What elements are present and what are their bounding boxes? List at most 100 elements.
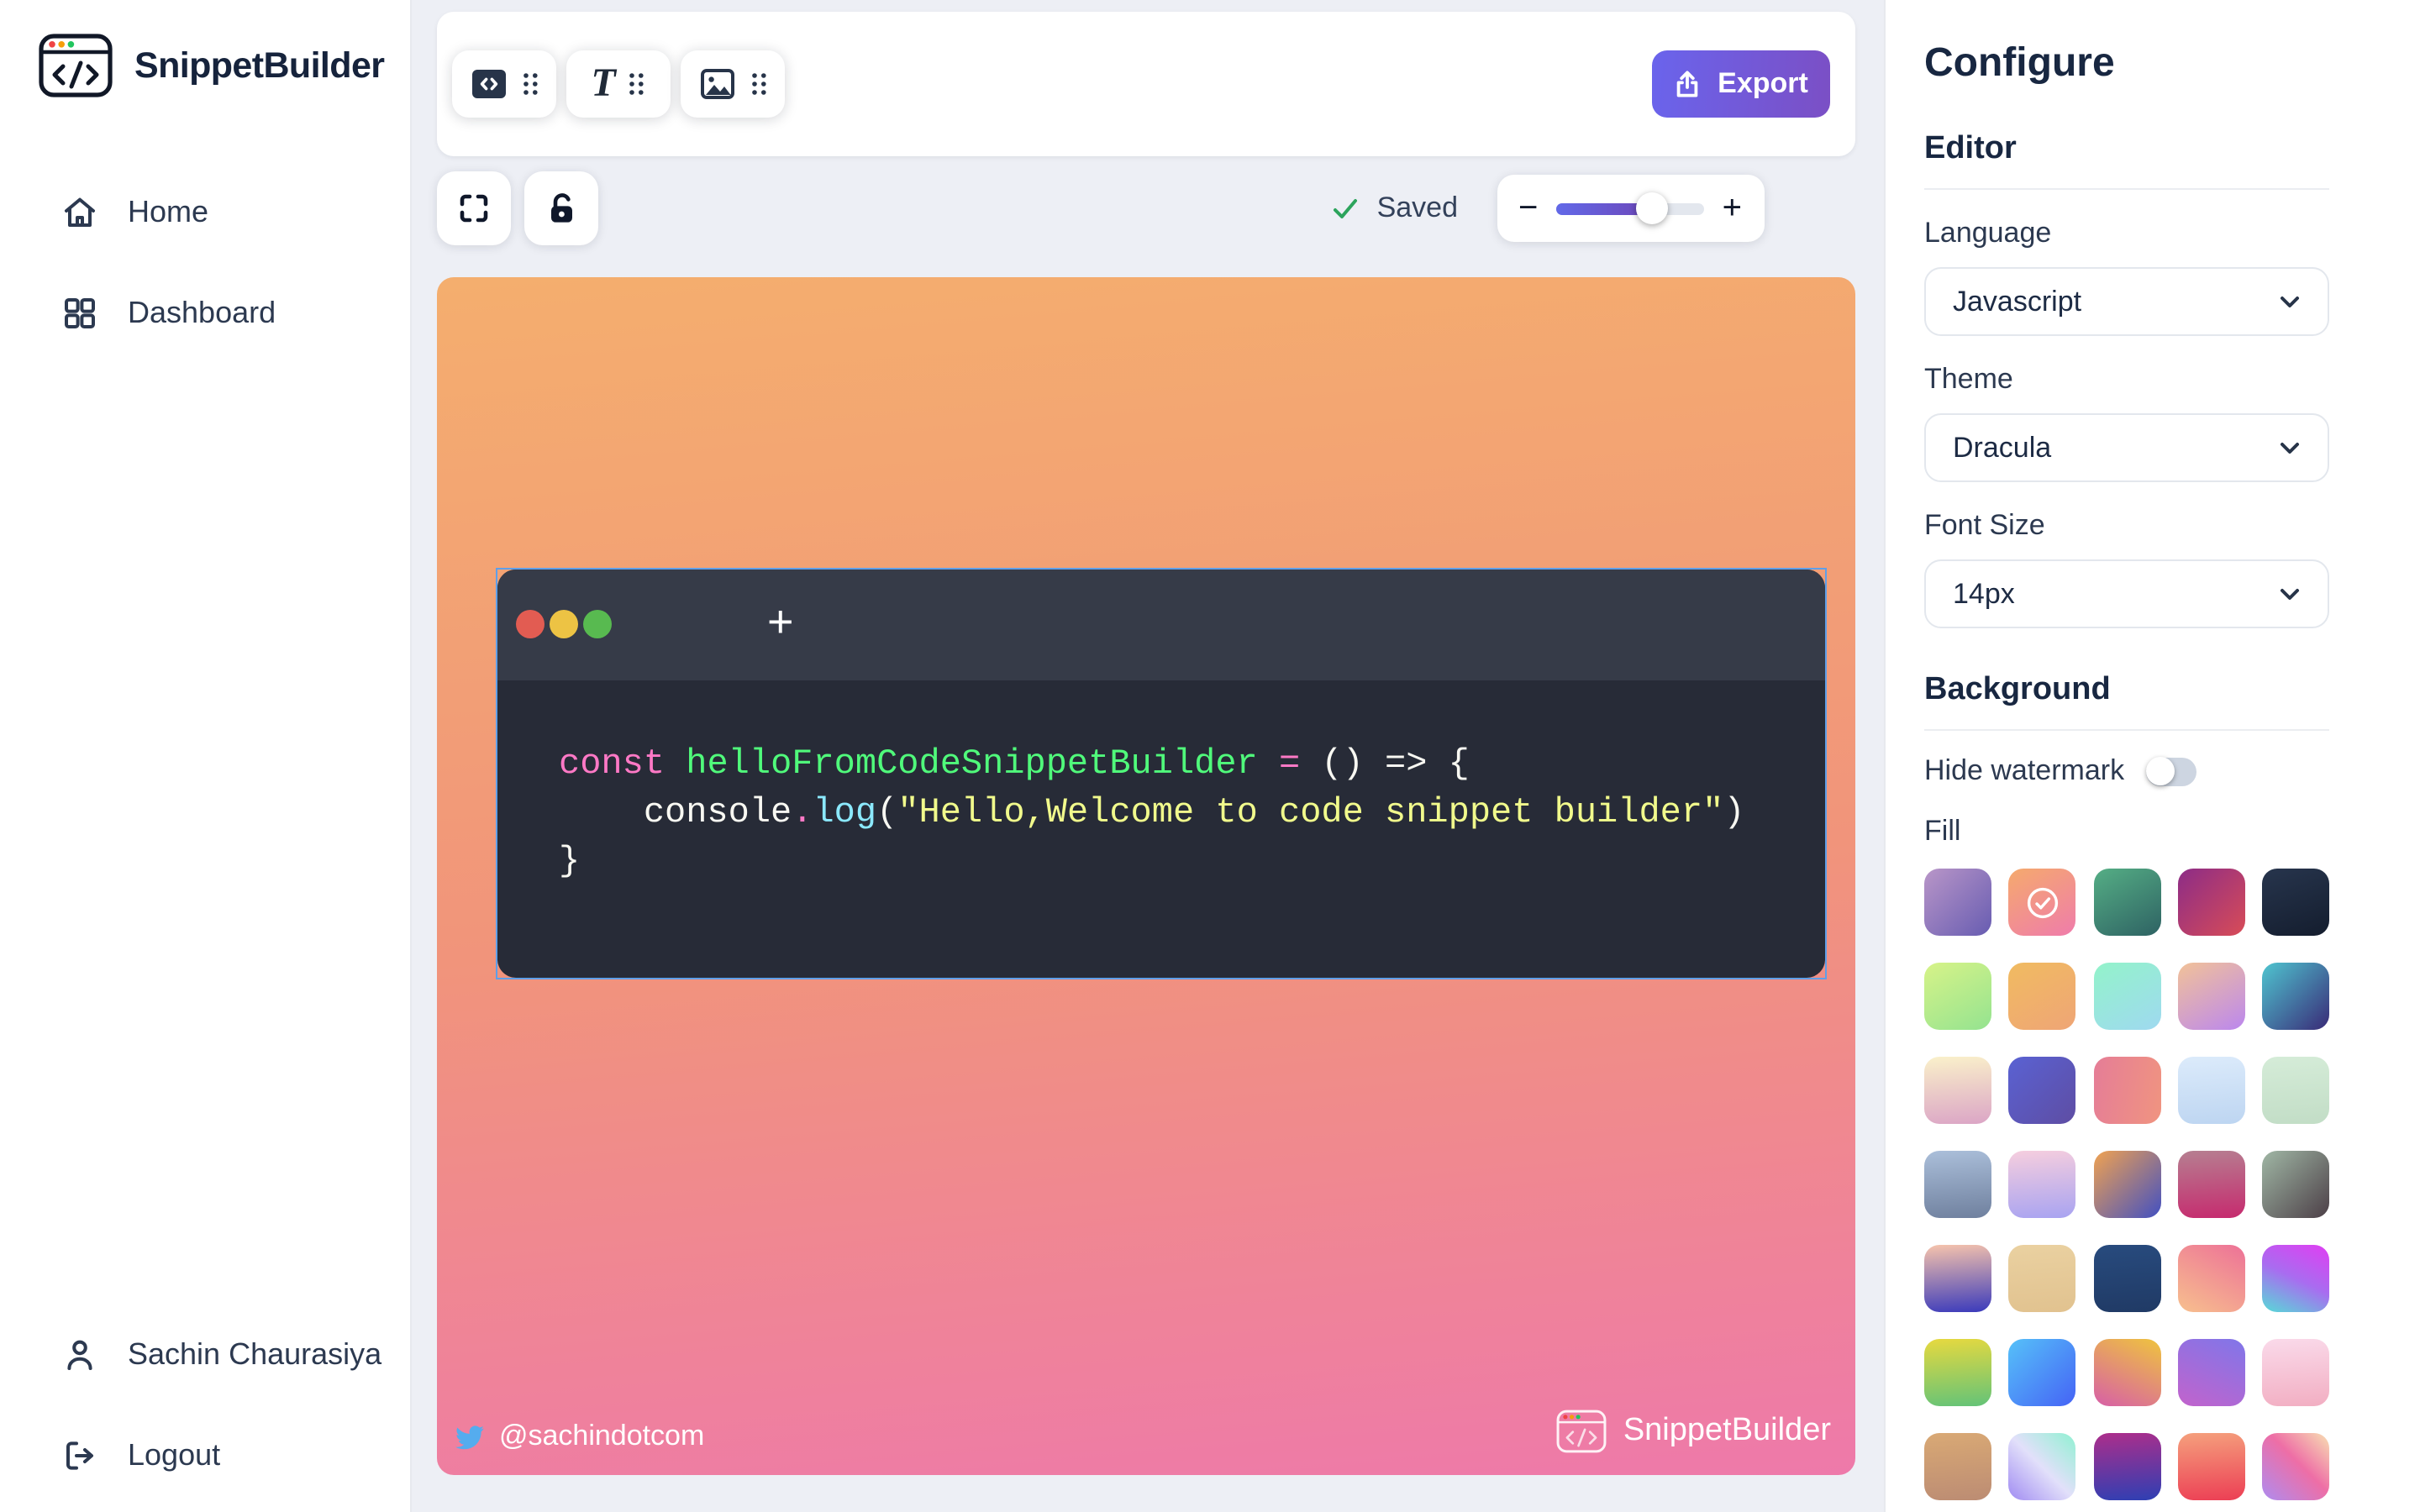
fill-swatch[interactable] <box>2178 1151 2245 1218</box>
drag-handle-icon[interactable] <box>750 71 768 97</box>
fill-swatch[interactable] <box>2009 1151 2076 1218</box>
chevron-down-icon <box>2275 287 2304 316</box>
zoom-slider-thumb[interactable] <box>1636 192 1668 224</box>
fill-swatch[interactable] <box>2093 869 2160 936</box>
twitter-icon <box>455 1424 484 1449</box>
drag-handle-icon[interactable] <box>521 71 539 97</box>
language-value: Javascript <box>1953 285 2081 318</box>
fill-swatch[interactable] <box>2009 1339 2076 1406</box>
logout-icon <box>60 1436 99 1474</box>
zoom-in-button[interactable]: + <box>1723 192 1742 225</box>
user-name: Sachin Chaurasiya <box>128 1336 381 1372</box>
fill-swatch[interactable] <box>2009 1433 2076 1500</box>
fill-swatch[interactable] <box>1924 963 1991 1030</box>
fill-swatch[interactable] <box>2178 963 2245 1030</box>
fill-swatch[interactable] <box>2262 963 2329 1030</box>
fullscreen-icon <box>455 190 492 227</box>
toggle-knob <box>2146 757 2175 785</box>
fill-swatch[interactable] <box>2178 869 2245 936</box>
fill-swatch[interactable] <box>1924 1339 1991 1406</box>
add-tab-button[interactable]: + <box>767 599 794 644</box>
fill-swatch[interactable] <box>1924 1245 1991 1312</box>
canvas-toolbar: Saved − + <box>437 171 1854 245</box>
fill-swatch[interactable] <box>2093 1339 2160 1406</box>
fill-swatch[interactable] <box>2093 1245 2160 1312</box>
fill-swatch[interactable] <box>2178 1433 2245 1500</box>
divider <box>1924 188 2329 190</box>
add-text-tool[interactable]: T <box>566 50 671 118</box>
sidebar: SnippetBuilder Home Dashboard <box>0 0 412 1512</box>
fill-swatch[interactable] <box>2262 1339 2329 1406</box>
fill-swatch[interactable] <box>2262 869 2329 936</box>
fill-swatch[interactable] <box>2262 1151 2329 1218</box>
sidebar-item-label: Dashboard <box>128 295 276 330</box>
elements-toolbar: T <box>437 12 1854 156</box>
code-window-selection[interactable]: + const helloFromCodeSnippetBuilder = ()… <box>495 567 1826 979</box>
save-status-label: Saved <box>1377 192 1458 225</box>
fill-swatch[interactable] <box>1924 1057 1991 1124</box>
fill-swatch[interactable] <box>2262 1245 2329 1312</box>
zoom-control: − + <box>1497 175 1764 242</box>
fullscreen-button[interactable] <box>437 171 511 245</box>
hide-watermark-row: Hide watermark <box>1924 754 2329 788</box>
fill-swatch[interactable] <box>1924 1433 1991 1500</box>
traffic-green-icon <box>582 610 611 638</box>
text-icon: T <box>591 64 615 104</box>
code-window-titlebar: + <box>497 569 1824 680</box>
fill-swatch[interactable] <box>2093 963 2160 1030</box>
fill-swatch-selected[interactable] <box>2009 869 2076 936</box>
code-window[interactable]: + const helloFromCodeSnippetBuilder = ()… <box>497 569 1824 977</box>
add-code-block-tool[interactable] <box>452 50 556 118</box>
selected-check-icon <box>2025 885 2060 920</box>
home-icon <box>60 192 99 231</box>
sidebar-item-dashboard[interactable]: Dashboard <box>0 262 410 363</box>
brand-watermark-label: SnippetBuilder <box>1623 1413 1831 1450</box>
code-window-icon <box>469 64 509 104</box>
fill-label: Fill <box>1924 815 2329 848</box>
background-section-heading: Background <box>1924 672 2329 709</box>
chevron-down-icon <box>2275 580 2304 608</box>
logout-button[interactable]: Logout <box>0 1404 410 1505</box>
app-logo[interactable]: SnippetBuilder <box>0 0 410 97</box>
sidebar-bottom: Sachin Chaurasiya Logout <box>0 1304 410 1512</box>
code-line: const helloFromCodeSnippetBuilder = () =… <box>559 740 1824 789</box>
sidebar-item-home[interactable]: Home <box>0 161 410 262</box>
fill-swatch[interactable] <box>2178 1245 2245 1312</box>
zoom-out-button[interactable]: − <box>1518 192 1538 225</box>
code-line: } <box>559 837 1824 886</box>
fill-swatch[interactable] <box>2262 1433 2329 1500</box>
snippet-canvas[interactable]: + const helloFromCodeSnippetBuilder = ()… <box>437 277 1854 1475</box>
fill-swatch-grid <box>1924 869 2329 1500</box>
hide-watermark-toggle[interactable] <box>2146 757 2196 785</box>
add-image-tool[interactable] <box>681 50 785 118</box>
sidebar-nav: Home Dashboard <box>0 161 410 363</box>
export-icon <box>1672 69 1702 99</box>
code-body[interactable]: const helloFromCodeSnippetBuilder = () =… <box>497 680 1824 886</box>
app-title: SnippetBuilder <box>134 45 384 87</box>
theme-select[interactable]: Dracula <box>1924 413 2329 482</box>
brand-watermark-icon <box>1556 1410 1607 1453</box>
fill-swatch[interactable] <box>2009 1057 2076 1124</box>
drag-handle-icon[interactable] <box>628 71 646 97</box>
fill-swatch[interactable] <box>1924 1151 1991 1218</box>
zoom-slider[interactable] <box>1556 202 1703 214</box>
fill-swatch[interactable] <box>2093 1433 2160 1500</box>
logout-label: Logout <box>128 1437 220 1473</box>
font-size-select[interactable]: 14px <box>1924 559 2329 628</box>
fill-swatch[interactable] <box>2093 1057 2160 1124</box>
fill-swatch[interactable] <box>2262 1057 2329 1124</box>
configure-panel: Configure Editor Language Javascript The… <box>1884 0 2420 1512</box>
export-button[interactable]: Export <box>1651 50 1829 118</box>
hide-watermark-label: Hide watermark <box>1924 754 2124 788</box>
lock-button[interactable] <box>524 171 598 245</box>
panel-title: Configure <box>1924 40 2329 87</box>
sidebar-user[interactable]: Sachin Chaurasiya <box>0 1304 410 1404</box>
fill-swatch[interactable] <box>2178 1339 2245 1406</box>
fill-swatch[interactable] <box>2093 1151 2160 1218</box>
fill-swatch[interactable] <box>2178 1057 2245 1124</box>
font-size-label: Font Size <box>1924 509 2329 543</box>
language-select[interactable]: Javascript <box>1924 267 2329 336</box>
fill-swatch[interactable] <box>2009 963 2076 1030</box>
fill-swatch[interactable] <box>1924 869 1991 936</box>
fill-swatch[interactable] <box>2009 1245 2076 1312</box>
